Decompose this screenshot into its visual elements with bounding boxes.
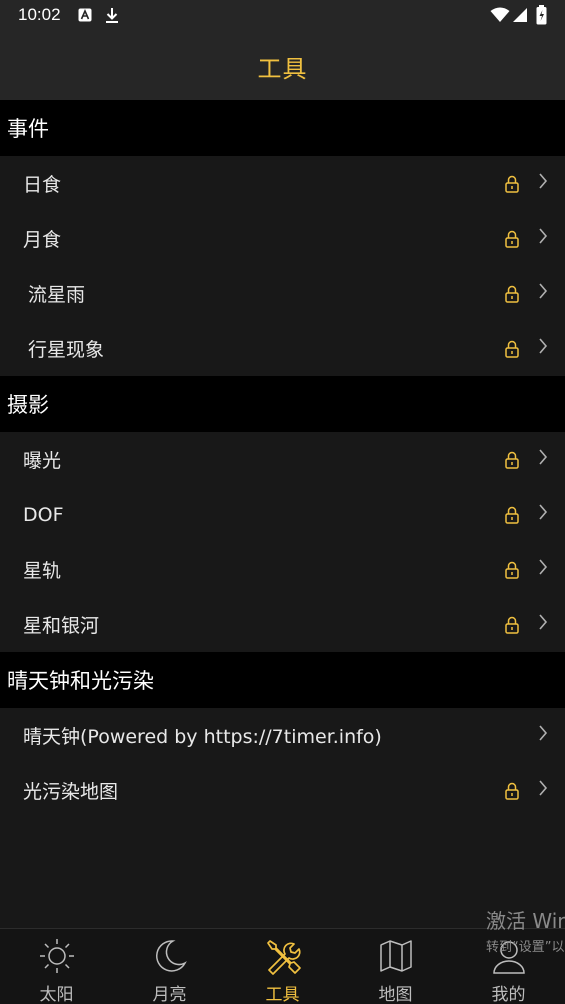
list-item-label: 星和银河 bbox=[23, 615, 100, 637]
page-title: 工具 bbox=[257, 54, 308, 83]
tab-label: 地图 bbox=[378, 985, 413, 1004]
tab-profile[interactable]: 我的 bbox=[452, 929, 565, 1004]
lock-icon bbox=[505, 782, 519, 800]
app-notification-icon bbox=[78, 8, 92, 22]
sun-icon bbox=[40, 939, 74, 973]
list-item-label: 月食 bbox=[23, 229, 62, 251]
chevron-right-icon bbox=[539, 614, 548, 630]
profile-icon bbox=[493, 941, 525, 974]
tab-moon[interactable]: 月亮 bbox=[113, 929, 226, 1004]
status-bar: 10:02 bbox=[0, 0, 565, 32]
lock-icon bbox=[505, 616, 519, 634]
chevron-right-icon bbox=[539, 559, 548, 575]
list-item-label: 星轨 bbox=[23, 560, 62, 582]
tab-label: 月亮 bbox=[152, 985, 187, 1004]
tab-label: 工具 bbox=[265, 985, 300, 1004]
chevron-right-icon bbox=[539, 338, 548, 354]
list-item-meteor-shower[interactable]: 流星雨 bbox=[0, 266, 565, 321]
lock-icon bbox=[505, 230, 519, 248]
lock-icon bbox=[505, 451, 519, 469]
tab-label: 我的 bbox=[491, 985, 526, 1004]
list-item-label: 日食 bbox=[23, 174, 62, 196]
chevron-right-icon bbox=[539, 725, 548, 741]
moon-icon bbox=[156, 940, 187, 972]
status-time: 10:02 bbox=[18, 5, 61, 24]
signal-icon bbox=[513, 8, 527, 22]
list-item-star-trails[interactable]: 星轨 bbox=[0, 542, 565, 597]
list-item-label: 晴天钟(Powered by https://7timer.info) bbox=[23, 726, 382, 748]
section-title: 摄影 bbox=[7, 393, 49, 417]
tab-sun[interactable]: 太阳 bbox=[0, 929, 113, 1004]
list-item-label: 流星雨 bbox=[28, 284, 86, 306]
tab-map[interactable]: 地图 bbox=[339, 929, 452, 1004]
list-item-lunar-eclipse[interactable]: 月食 bbox=[0, 211, 565, 266]
lock-icon bbox=[505, 561, 519, 579]
app-bar: 工具 bbox=[0, 32, 565, 100]
lock-icon bbox=[505, 340, 519, 358]
list-item-label: 曝光 bbox=[23, 450, 62, 472]
chevron-right-icon bbox=[539, 228, 548, 244]
chevron-right-icon bbox=[539, 449, 548, 465]
section-title: 晴天钟和光污染 bbox=[7, 669, 154, 693]
list-item-clear-sky-clock[interactable]: 晴天钟(Powered by https://7timer.info) bbox=[0, 708, 565, 763]
list-item-solar-eclipse[interactable]: 日食 bbox=[0, 156, 565, 211]
battery-icon bbox=[536, 5, 547, 25]
wifi-icon bbox=[490, 7, 510, 22]
list-item-dof[interactable]: DOF bbox=[0, 487, 565, 542]
chevron-right-icon bbox=[539, 283, 548, 299]
section-title: 事件 bbox=[7, 117, 49, 141]
list-item-exposure[interactable]: 曝光 bbox=[0, 432, 565, 487]
lock-icon bbox=[505, 285, 519, 303]
chevron-right-icon bbox=[539, 173, 548, 189]
lock-icon bbox=[505, 175, 519, 193]
bottom-tab-bar: 太阳 月亮 工具 地图 我的 bbox=[0, 928, 565, 1004]
tools-icon bbox=[267, 940, 301, 975]
tools-list: 事件 日食 月食 流星雨 行星现象 摄影 曝光 DOF 星轨 星和银河 晴天钟和… bbox=[0, 100, 565, 928]
chevron-right-icon bbox=[539, 780, 548, 796]
list-item-label: DOF bbox=[23, 503, 64, 526]
section-header-photography: 摄影 bbox=[0, 376, 565, 432]
download-icon bbox=[106, 8, 118, 23]
chevron-right-icon bbox=[539, 504, 548, 520]
list-item-label: 光污染地图 bbox=[23, 781, 119, 803]
list-item-label: 行星现象 bbox=[28, 339, 105, 361]
list-item-light-pollution-map[interactable]: 光污染地图 bbox=[0, 763, 565, 818]
list-item-planetary-phenomena[interactable]: 行星现象 bbox=[0, 321, 565, 376]
lock-icon bbox=[505, 506, 519, 524]
section-header-clear-sky: 晴天钟和光污染 bbox=[0, 652, 565, 708]
tab-label: 太阳 bbox=[39, 985, 74, 1004]
tab-tools[interactable]: 工具 bbox=[226, 929, 339, 1004]
section-header-events: 事件 bbox=[0, 100, 565, 156]
list-item-stars-milky-way[interactable]: 星和银河 bbox=[0, 597, 565, 652]
map-icon bbox=[380, 940, 412, 972]
